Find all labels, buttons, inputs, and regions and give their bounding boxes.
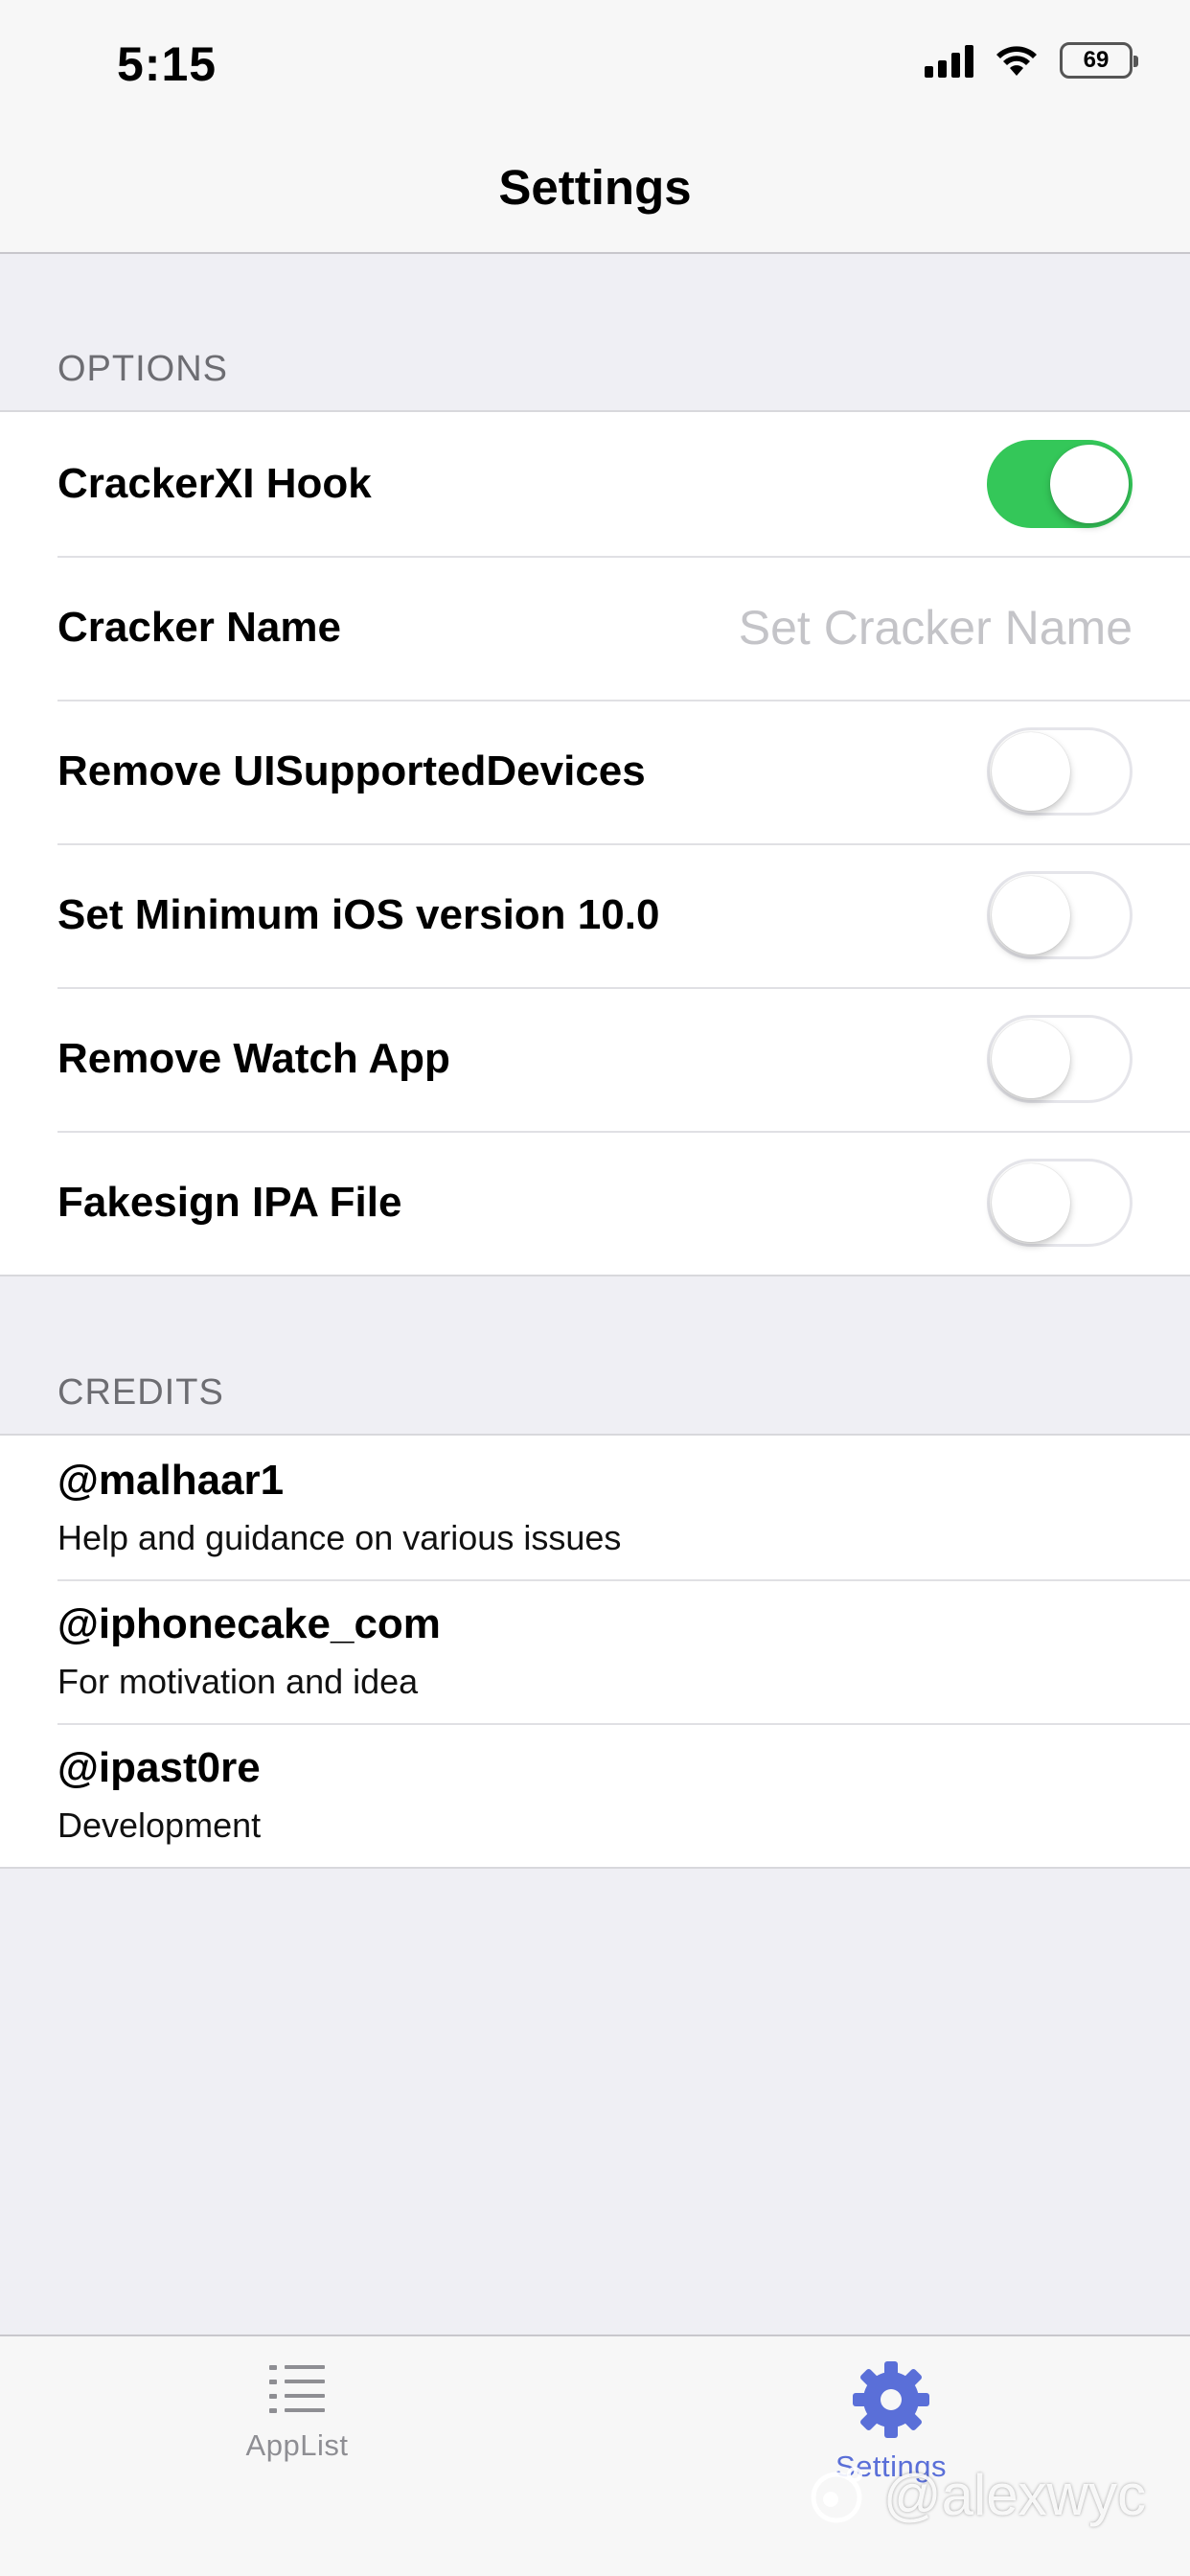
credit-handle: @malhaar1 [57,1457,285,1504]
credit-item[interactable]: @malhaar1 Help and guidance on various i… [0,1436,1190,1579]
cracker-name-input[interactable]: Set Cracker Name [739,600,1133,656]
remove-uisupporteddevices-toggle[interactable] [987,727,1133,816]
option-label: Fakesign IPA File [57,1179,402,1226]
toggle-knob [1050,445,1129,523]
fakesign-ipa-toggle[interactable] [987,1159,1133,1247]
toggle-knob [992,732,1070,811]
option-label: Set Minimum iOS version 10.0 [57,891,660,938]
tab-bar: AppList Settings [0,2334,1190,2576]
option-label: CrackerXI Hook [57,460,372,507]
cellular-signal-icon [925,43,973,78]
credit-handle: @ipast0re [57,1744,261,1791]
option-row-min-ios-version: Set Minimum iOS version 10.0 [0,843,1190,987]
credit-description: For motivation and idea [57,1662,419,1701]
crackerxi-hook-toggle[interactable] [987,440,1133,528]
options-section-header: OPTIONS [57,349,229,389]
toggle-knob [992,876,1070,954]
credit-item[interactable]: @iphonecake_com For motivation and idea [0,1579,1190,1723]
credits-group: @malhaar1 Help and guidance on various i… [0,1434,1190,1869]
watermark: @alexwyc [803,2461,1146,2528]
tab-label: AppList [245,2428,349,2462]
option-label: Cracker Name [57,604,341,651]
options-group: CrackerXI Hook Cracker Name Set Cracker … [0,410,1190,1276]
option-label: Remove Watch App [57,1035,450,1082]
navigation-bar: Settings [0,134,1190,254]
tab-applist[interactable]: AppList [153,2359,441,2463]
watermark-text: @alexwyc [882,2462,1146,2527]
option-row-remove-watch-app: Remove Watch App [0,987,1190,1131]
list-icon [269,2365,325,2413]
option-row-crackerxi-hook: CrackerXI Hook [0,412,1190,556]
gear-icon [853,2361,929,2438]
option-row-remove-uisupporteddevices: Remove UISupportedDevices [0,700,1190,843]
battery-icon: 69 [1060,42,1138,79]
credit-description: Development [57,1806,262,1845]
weibo-logo-icon [811,2467,862,2523]
credits-section-header: CREDITS [57,1372,224,1413]
status-time: 5:15 [117,37,217,91]
toggle-knob [992,1020,1070,1098]
option-row-cracker-name[interactable]: Cracker Name Set Cracker Name [0,556,1190,700]
status-indicators: 69 [925,42,1138,79]
battery-level: 69 [1083,47,1110,73]
remove-watch-app-toggle[interactable] [987,1015,1133,1103]
credit-description: Help and guidance on various issues [57,1518,622,1557]
option-row-fakesign-ipa: Fakesign IPA File [0,1131,1190,1275]
toggle-knob [992,1163,1070,1242]
option-label: Remove UISupportedDevices [57,748,646,794]
credit-handle: @iphonecake_com [57,1600,441,1647]
page-title: Settings [498,160,692,215]
status-bar: 5:15 69 [0,0,1190,134]
wifi-icon [996,46,1037,76]
min-ios-version-toggle[interactable] [987,871,1133,959]
credit-item[interactable]: @ipast0re Development [0,1723,1190,1867]
